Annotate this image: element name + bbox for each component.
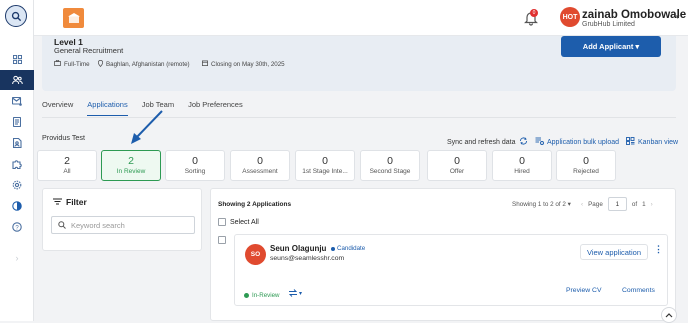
bulk-upload-link[interactable]: Application bulk upload	[535, 137, 619, 147]
sidebar-document-icon[interactable]	[0, 112, 34, 132]
sidebar-help-icon[interactable]: ?	[0, 217, 34, 237]
section-title: Providus Test	[42, 133, 86, 142]
keyword-search[interactable]	[51, 216, 195, 234]
tab-overview[interactable]: Overview	[42, 100, 73, 116]
sidebar-file-user-icon[interactable]	[0, 133, 34, 153]
keyword-search-input[interactable]	[71, 220, 181, 230]
stage-card-offer[interactable]: 0 Offer	[427, 150, 487, 181]
stage-card-hired[interactable]: 0 Hired	[492, 150, 552, 181]
page-number-input[interactable]: 1	[607, 197, 627, 211]
kanban-icon	[626, 137, 635, 147]
sync-icon	[519, 137, 528, 147]
candidate-tag: Candidate	[331, 245, 365, 252]
tab-job-preferences[interactable]: Job Preferences	[188, 100, 243, 116]
job-header: Level 1 General Recruitment Full-Time Ba…	[42, 36, 676, 91]
candidate-name[interactable]: Seun Olagunju	[270, 244, 326, 253]
next-page-chevron-icon[interactable]: ›	[651, 201, 653, 208]
sidebar-mail-icon[interactable]	[0, 91, 34, 111]
job-category: General Recruitment	[54, 46, 124, 55]
comments-link[interactable]: Comments	[622, 287, 655, 294]
sidebar-users-icon[interactable]	[0, 70, 34, 90]
sidebar-collapse-chevron-icon[interactable]: ›	[0, 248, 34, 268]
sidebar: ? ›	[0, 0, 34, 321]
status-badge: In-Review	[244, 292, 280, 299]
candidate-email: seuns@seamlesshr.com	[270, 255, 345, 262]
change-stage-swap-icon[interactable]: ▾	[288, 289, 302, 297]
stage-card-1st-stage-interview[interactable]: 0 1st Stage Inte...	[295, 150, 355, 181]
stage-card-second-stage[interactable]: 0 Second Stage	[360, 150, 420, 181]
more-options-kebab-icon[interactable]: ⋮	[654, 244, 663, 255]
application-card: SO Seun Olagunju Candidate seuns@seamles…	[234, 234, 668, 306]
stage-card-assessment[interactable]: 0 Assessment	[230, 150, 290, 181]
candidate-avatar: SO	[245, 244, 266, 265]
sidebar-puzzle-icon[interactable]	[0, 154, 34, 174]
top-bar: 0 HOT zainab Omobowale GrubHub Limited ▾	[34, 0, 688, 36]
select-all[interactable]: Select All	[218, 218, 259, 226]
select-all-checkbox[interactable]	[218, 218, 226, 226]
preview-cv-link[interactable]: Preview CV	[566, 287, 602, 294]
results-per-page-select[interactable]: Showing 1 to 2 of 2 ▾	[512, 201, 571, 208]
sidebar-gear-icon[interactable]	[0, 175, 34, 195]
annotation-arrow-icon	[131, 110, 163, 144]
location-pin-icon	[97, 59, 104, 69]
prev-page-chevron-icon[interactable]: ‹	[581, 201, 583, 208]
user-organization: GrubHub Limited	[582, 21, 635, 28]
calendar-icon	[202, 60, 208, 68]
user-menu-chevron-down-icon[interactable]: ▾	[676, 13, 680, 21]
filter-title: Filter	[53, 197, 87, 207]
pagination: ‹ Page 1 of 1 ›	[581, 197, 653, 211]
kanban-view-link[interactable]: Kanban view	[626, 137, 678, 147]
app-logo-search-icon[interactable]	[5, 5, 27, 27]
add-applicant-button[interactable]: Add Applicant ▾	[561, 36, 661, 57]
user-avatar[interactable]: HOT	[560, 7, 580, 27]
briefcase-icon	[54, 59, 61, 68]
sync-refresh-link[interactable]: Sync and refresh data	[447, 137, 528, 147]
sidebar-grid-icon[interactable]	[0, 49, 34, 69]
company-logo	[63, 8, 84, 28]
row-checkbox[interactable]	[218, 236, 226, 244]
job-closing-date: Closing on May 30th, 2025	[202, 60, 285, 68]
view-application-button[interactable]: View application	[580, 244, 648, 260]
notification-badge: 0	[530, 9, 538, 17]
stage-card-in-review[interactable]: 2 In Review	[101, 150, 161, 181]
job-type: Full-Time	[54, 59, 90, 68]
applications-panel: Showing 2 Applications Showing 1 to 2 of…	[210, 188, 676, 321]
status-dot-icon	[244, 293, 249, 298]
job-location: Baghlan, Afghanistan (remote)	[97, 59, 190, 69]
search-icon	[58, 216, 66, 234]
sidebar-compass-icon[interactable]	[0, 196, 34, 216]
applications-count-heading: Showing 2 Applications	[218, 201, 292, 208]
filter-icon	[53, 197, 62, 207]
stage-card-all[interactable]: 2 All	[37, 150, 97, 181]
stage-card-rejected[interactable]: 0 Rejected	[556, 150, 616, 181]
candidate-dot-icon	[331, 246, 335, 251]
filter-panel: Filter	[42, 188, 202, 251]
stage-card-sorting[interactable]: 0 Sorting	[165, 150, 225, 181]
user-name[interactable]: zainab Omobowale	[582, 9, 686, 21]
upload-icon	[535, 137, 544, 147]
